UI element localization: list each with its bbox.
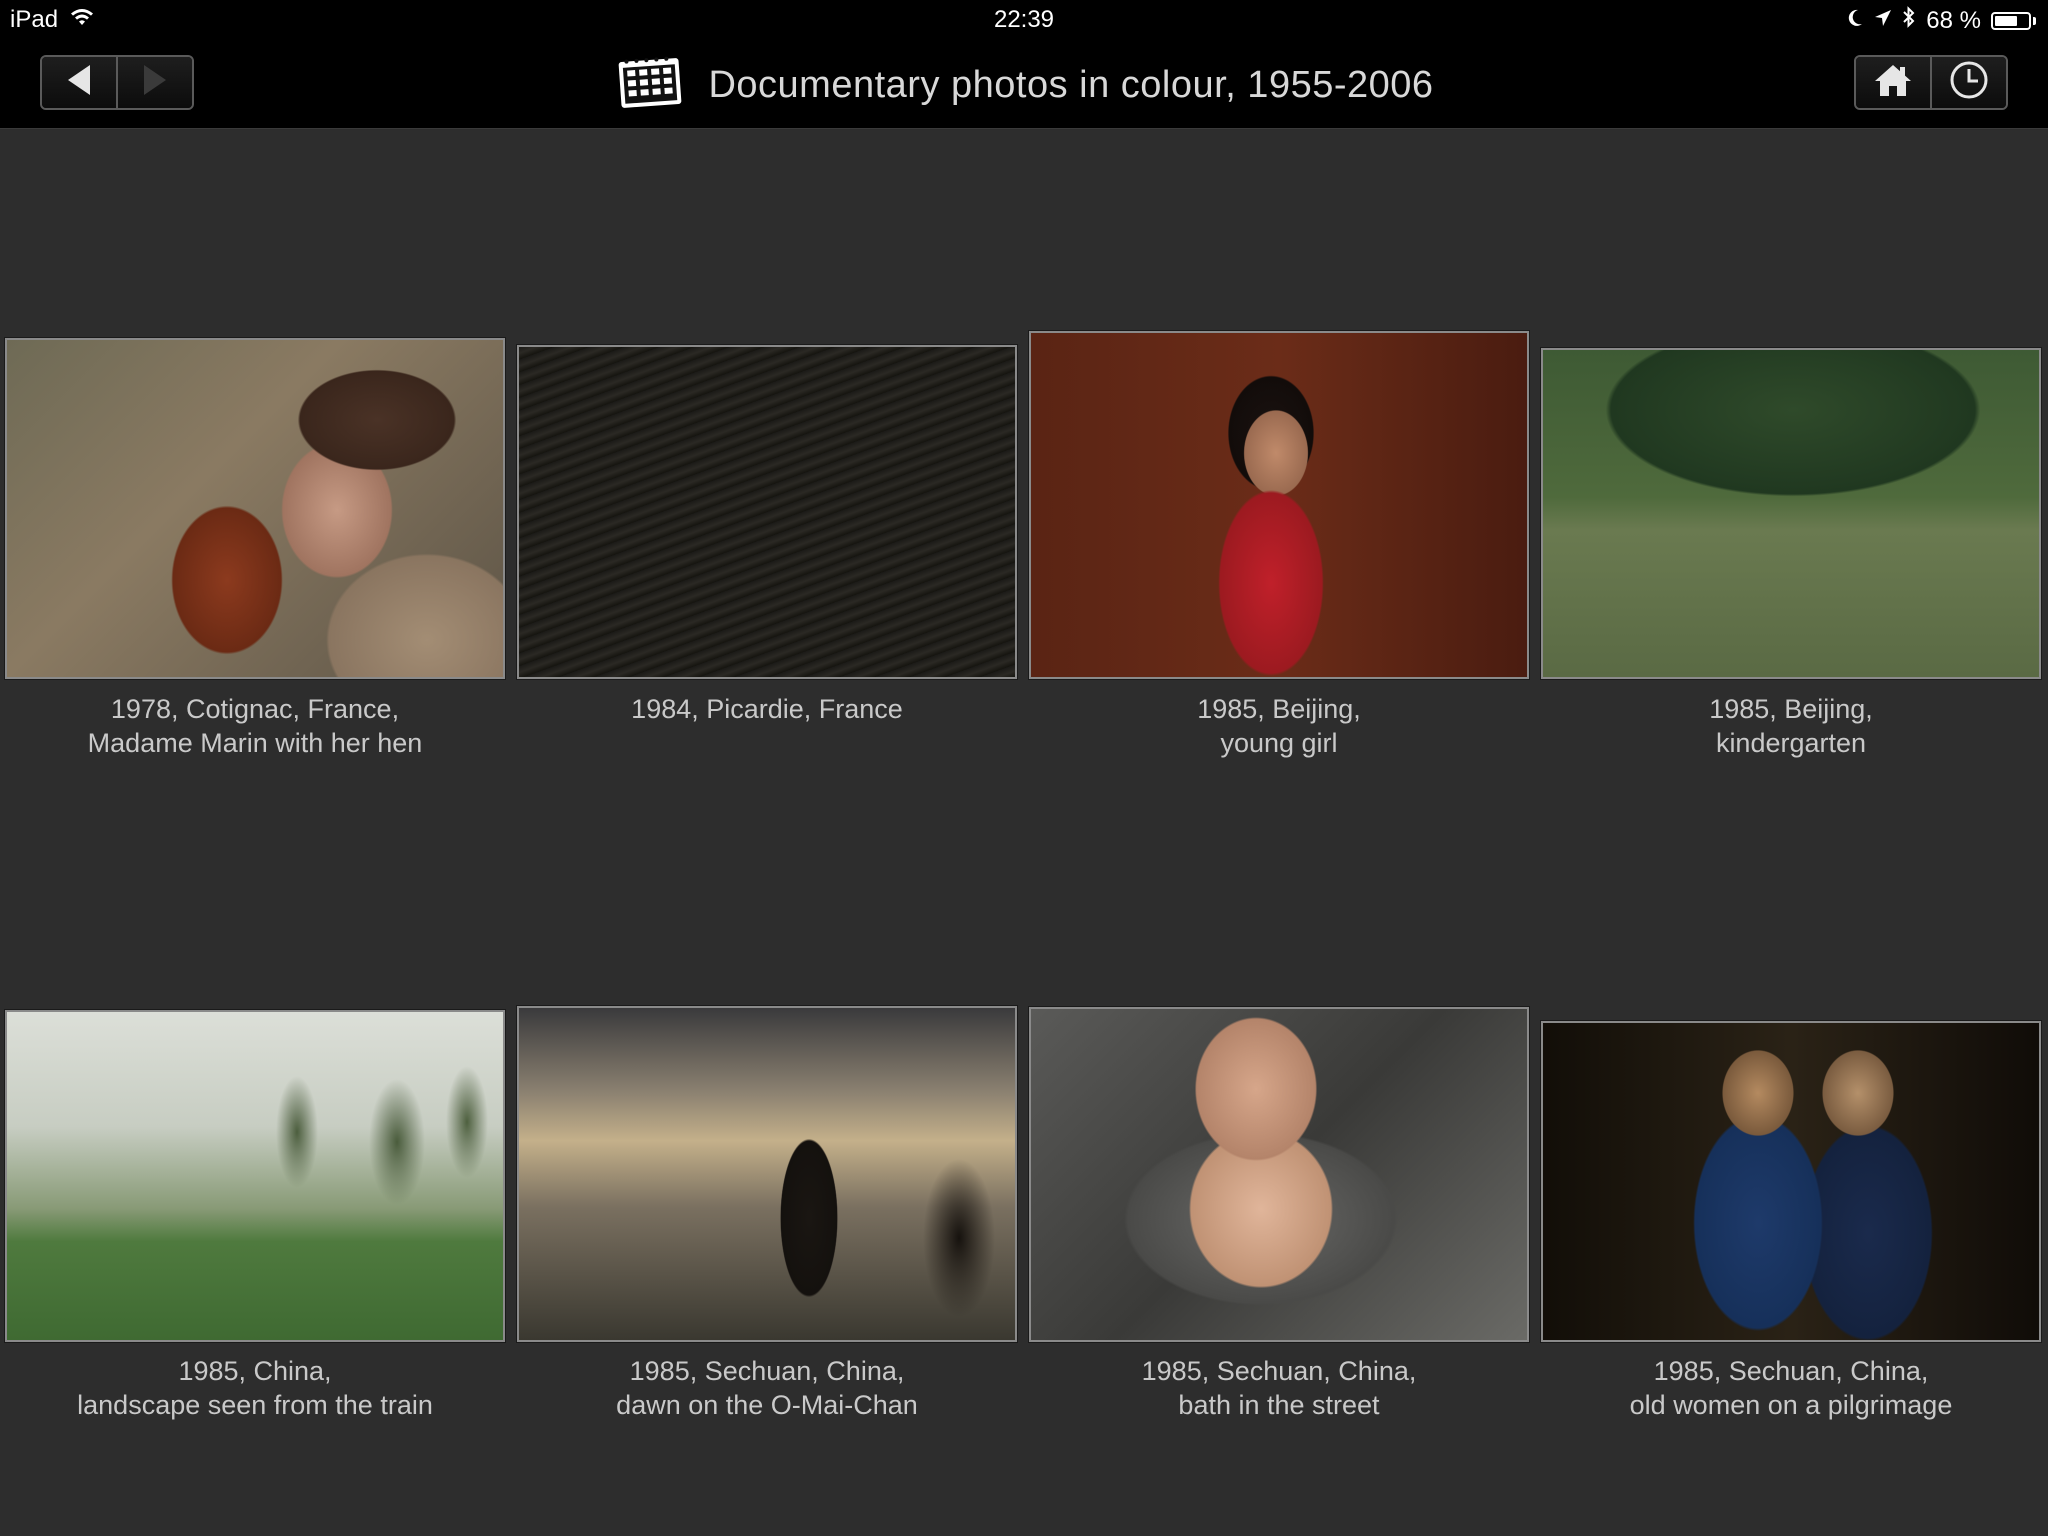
battery-icon [1991,11,2031,30]
caption-line: 1985, Sechuan, China, [1141,1356,1417,1386]
caption-line: landscape seen from the train [77,1390,433,1420]
caption-line: old women on a pilgrimage [1629,1390,1953,1420]
moon-icon [1846,7,1864,35]
photo-caption: 1985, Sechuan, China, old women on a pil… [1541,1354,2041,1422]
caption-line: 1985, Sechuan, China, [629,1356,905,1386]
home-button[interactable] [1856,57,1930,108]
photo-caption: 1985, Sechuan, China, bath in the street [1029,1354,1529,1422]
contact-sheet-icon [614,54,686,117]
caption-line: bath in the street [1178,1390,1380,1420]
status-bar: iPad 22:39 68 % [0,0,2048,42]
history-button[interactable] [1930,57,2006,108]
photo-caption: 1985, China, landscape seen from the tra… [5,1354,505,1422]
clock-time: 22:39 [993,6,1055,33]
caption-line: dawn on the O-Mai-Chan [616,1390,918,1420]
photo-thumbnail[interactable] [5,338,505,679]
photo-grid: 1978, Cotignac, France, Madame Marin wit… [0,129,2048,1536]
photo-thumbnail[interactable] [1029,331,1529,679]
location-arrow-icon [1874,7,1892,35]
caption-line: 1985, Beijing, [1709,694,1873,724]
photo-caption: 1978, Cotignac, France, Madame Marin wit… [5,692,505,760]
right-nav-group [1854,55,2008,110]
photo-thumbnail[interactable] [1029,1007,1529,1342]
caption-line: 1985, Beijing, [1197,694,1361,724]
photo-caption: 1985, Sechuan, China, dawn on the O-Mai-… [517,1354,1017,1422]
battery-nub [2033,16,2036,25]
photo-thumbnail[interactable] [5,1010,505,1342]
caption-line: 1985, China, [178,1356,332,1386]
photo-thumbnail[interactable] [517,345,1017,679]
caption-line: 1985, Sechuan, China, [1653,1356,1929,1386]
caption-line: young girl [1220,728,1338,758]
bluetooth-icon [1902,6,1916,35]
caption-line: kindergarten [1715,728,1867,758]
photo-caption: 1985, Beijing, young girl [1029,692,1529,760]
clock-icon [1949,60,1989,105]
home-icon [1873,62,1913,103]
caption-line: 1978, Cotignac, France, [110,694,400,724]
photo-thumbnail[interactable] [1541,348,2041,679]
page-title: Documentary photos in colour, 1955-2006 [708,63,1434,106]
photo-thumbnail[interactable] [1541,1021,2041,1342]
photo-caption: 1984, Picardie, France [517,692,1017,726]
photo-thumbnail[interactable] [517,1006,1017,1342]
navigation-bar: Documentary photos in colour, 1955-2006 [0,42,2048,129]
battery-percent: 68 % [1926,6,1981,34]
caption-line: 1984, Picardie, France [631,694,903,724]
caption-line: Madame Marin with her hen [87,728,423,758]
photo-caption: 1985, Beijing, kindergarten [1541,692,2041,760]
